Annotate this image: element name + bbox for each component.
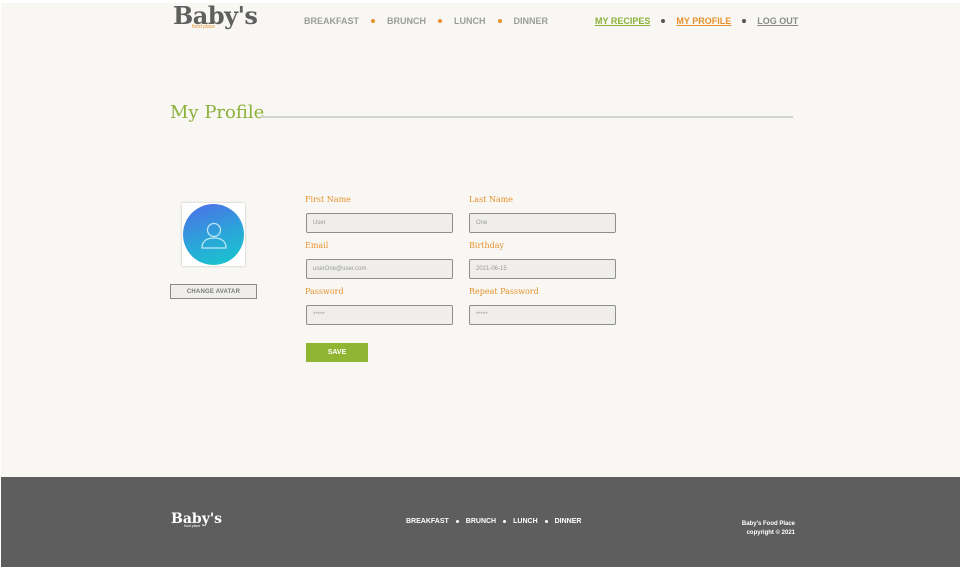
footer-logo[interactable]: Baby's food place (171, 511, 222, 528)
user-icon (200, 222, 227, 249)
logo-tagline: food place (192, 24, 216, 30)
first-name-label: First Name (305, 195, 351, 204)
save-button[interactable]: SAVE (306, 343, 368, 362)
avatar (183, 204, 244, 265)
email-label: Email (305, 241, 329, 250)
my-profile-link[interactable]: MY PROFILE (676, 16, 731, 26)
nav-separator (503, 520, 507, 523)
nav-lunch[interactable]: LUNCH (454, 16, 486, 26)
footer-logo-tagline: food place (184, 524, 201, 528)
page-title: My Profile (170, 102, 265, 123)
nav-separator (497, 19, 502, 23)
nav-dinner[interactable]: DINNER (514, 16, 549, 26)
birthday-field[interactable]: 2021-06-15 (469, 259, 616, 279)
main-nav: BREAKFAST BRUNCH LUNCH DINNER (304, 16, 548, 26)
title-divider (261, 116, 793, 118)
footer-nav-dinner[interactable]: DINNER (555, 518, 582, 525)
footer-copyright: Baby's Food Place copyright © 2021 (742, 520, 795, 538)
password-label: Password (305, 287, 344, 296)
first-name-field[interactable]: User (306, 213, 453, 233)
nav-separator (438, 19, 443, 23)
nav-separator (371, 19, 376, 23)
repeat-password-field[interactable]: ***** (469, 305, 616, 325)
footer-nav-lunch[interactable]: LUNCH (513, 518, 538, 525)
copyright-name: Baby's Food Place (741, 521, 795, 527)
avatar-frame (182, 203, 245, 266)
nav-breakfast[interactable]: BREAKFAST (304, 16, 359, 26)
nav-brunch[interactable]: BRUNCH (387, 16, 426, 26)
repeat-password-label: Repeat Password (469, 287, 539, 296)
footer: Baby's food place BREAKFAST BRUNCH LUNCH… (1, 477, 960, 567)
password-field[interactable]: ***** (306, 305, 453, 325)
nav-separator (742, 19, 747, 23)
page-background: Baby's food place BREAKFAST BRUNCH LUNCH… (1, 3, 960, 477)
footer-nav-breakfast[interactable]: BREAKFAST (406, 518, 449, 525)
nav-separator (455, 520, 459, 523)
last-name-label: Last Name (469, 195, 514, 204)
footer-nav-brunch[interactable]: BRUNCH (466, 518, 496, 525)
footer-nav: BREAKFAST BRUNCH LUNCH DINNER (406, 518, 581, 525)
nav-separator (544, 520, 548, 523)
log-out-link[interactable]: LOG OUT (757, 16, 798, 26)
nav-separator (661, 19, 666, 23)
birthday-label: Birthday (469, 241, 505, 250)
my-recipes-link[interactable]: MY RECIPES (595, 16, 650, 26)
last-name-field[interactable]: One (469, 213, 616, 233)
site-logo[interactable]: Baby's food place (173, 1, 258, 31)
logo-text: Baby's (173, 1, 258, 30)
change-avatar-button[interactable]: CHANGE AVATAR (170, 284, 257, 299)
user-nav: MY RECIPES MY PROFILE LOG OUT (595, 16, 798, 26)
copyright-year: copyright © 2021 (746, 530, 795, 536)
email-field[interactable]: userOne@user.com (306, 259, 453, 279)
